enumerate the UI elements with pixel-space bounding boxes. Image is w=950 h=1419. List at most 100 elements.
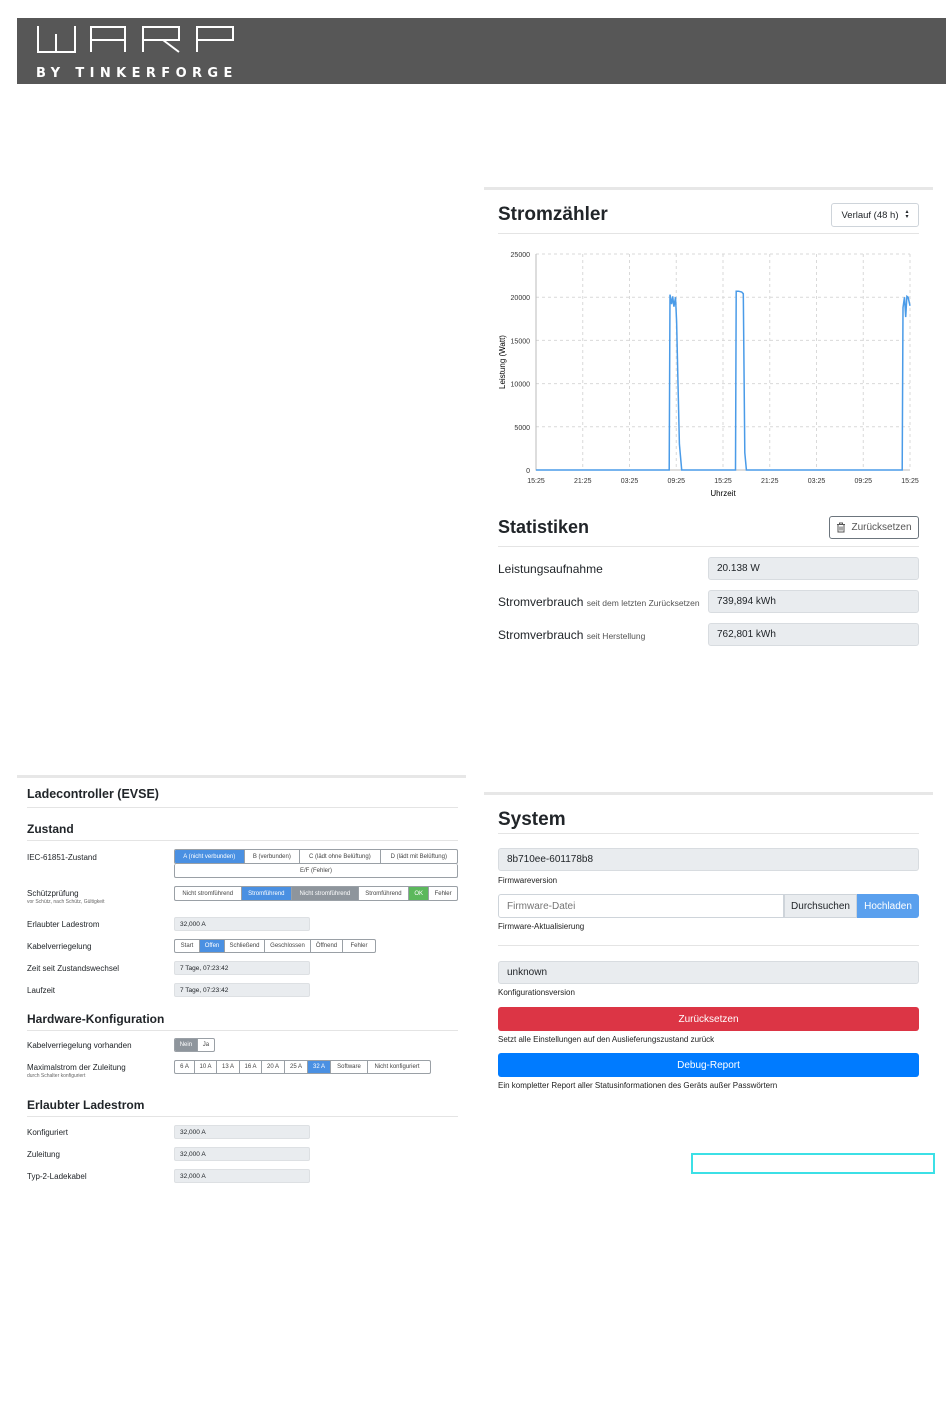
iec-state-group: A (nicht verbunden) B (verbunden) C (läd… [174, 849, 458, 864]
y-tick-label: 0 [526, 468, 530, 475]
config-version-label: Konfigurationsversion [498, 988, 575, 997]
meter-card: Stromzähler Verlauf (48 h) ▴ ▾ 25000 20000… [484, 187, 933, 660]
kabel-start[interactable]: Start [175, 940, 200, 952]
erlaubt-label: Erlaubter Ladestrom [27, 920, 100, 929]
y-tick-label: 10000 [511, 382, 531, 389]
max-6a[interactable]: 6 A [175, 1061, 195, 1073]
x-tick-label: 21:25 [574, 478, 592, 485]
evse-card: Ladecontroller (EVSE) Zustand IEC-61851-… [17, 775, 466, 1198]
iec-state-b[interactable]: B (verbunden) [245, 850, 301, 863]
el-title: Erlaubter Ladestrom [27, 1098, 145, 1112]
kabel-closing[interactable]: Schließend [225, 940, 265, 952]
kabel-label: Kabelverriegelung [27, 942, 92, 951]
evse-title: Ladecontroller (EVSE) [27, 787, 159, 801]
divider [27, 840, 458, 841]
konf-label: Konfiguriert [27, 1128, 68, 1137]
iec-label: IEC-61851-Zustand [27, 853, 97, 862]
system-card: System 8b710ee-601178b8 Firmwareversion … [484, 792, 933, 1105]
select-caret-icon: ▴ ▾ [905, 209, 909, 220]
kv-label: Kabelverriegelung vorhanden [27, 1041, 132, 1050]
x-tick-label: 03:25 [808, 478, 826, 485]
kv-group: Nein Ja [174, 1038, 215, 1052]
app-header: BY TINKERFORGE [17, 18, 946, 84]
schuetz-before-off[interactable]: Nicht stromführend [175, 887, 242, 900]
kv-yes[interactable]: Ja [198, 1039, 214, 1051]
y-tick-label: 25000 [511, 252, 531, 259]
laufzeit-value: 7 Tage, 07:23:42 [174, 983, 310, 997]
history-select[interactable]: Verlauf (48 h) ▴ ▾ [831, 203, 919, 227]
iec-state-c[interactable]: C (lädt ohne Belüftung) [300, 850, 381, 863]
config-version-field: unknown [498, 961, 919, 984]
stat-label-consumption-total: Stromverbrauch seit Herstellung [498, 628, 646, 642]
zeit-value: 7 Tage, 07:23:42 [174, 961, 310, 975]
kabel-error[interactable]: Fehler [343, 940, 375, 952]
kv-no[interactable]: Nein [175, 1039, 198, 1051]
max-10a[interactable]: 10 A [195, 1061, 217, 1073]
zul-label: Zuleitung [27, 1150, 60, 1159]
logo-subtitle: BY TINKERFORGE [36, 66, 238, 81]
stat-value-consumption-reset: 739,894 kWh [708, 590, 919, 613]
zustand-title: Zustand [27, 822, 74, 836]
max-13a[interactable]: 13 A [217, 1061, 240, 1073]
meter-title: Stromzähler [498, 204, 608, 225]
divider [27, 1116, 458, 1117]
trash-icon [837, 522, 846, 533]
meter-reset-label: Zurücksetzen [851, 522, 912, 533]
max-25a[interactable]: 25 A [285, 1061, 308, 1073]
y-tick-label: 15000 [511, 338, 531, 345]
warp-logo-icon [37, 26, 234, 53]
factory-reset-button[interactable]: Zurücksetzen [498, 1007, 919, 1031]
schuetz-after-on[interactable]: Stromführend [359, 887, 410, 900]
max-16a[interactable]: 16 A [240, 1061, 262, 1073]
max-label: Maximalstrom der Zuleitung durch Schalter… [27, 1063, 126, 1079]
y-tick-label: 5000 [514, 425, 530, 432]
x-tick-label: 09:25 [854, 478, 872, 485]
hw-title: Hardware-Konfiguration [27, 1012, 165, 1026]
schuetz-after-off[interactable]: Nicht stromführend [292, 887, 359, 900]
kabel-closed[interactable]: Geschlossen [265, 940, 311, 952]
schuetz-group: Nicht stromführend Stromführend Nicht st… [174, 886, 458, 901]
history-select-value: Verlauf (48 h) [841, 209, 899, 221]
kabel-group: Start Offen Schließend Geschlossen Öffne… [174, 939, 376, 953]
schuetz-label: Schützprüfung vor Schütz, nach Schütz, Gü… [27, 889, 105, 905]
stat-label-consumption-reset: Stromverbrauch seit dem letzten Zurückse… [498, 595, 700, 609]
iec-state-a[interactable]: A (nicht verbunden) [175, 850, 245, 863]
meter-reset-button[interactable]: Zurücksetzen [829, 516, 919, 539]
max-unconfigured[interactable]: Nicht konfiguriert [368, 1061, 426, 1073]
typ2-label: Typ-2-Ladekabel [27, 1172, 87, 1181]
iec-state-error[interactable]: E/F (Fehler) [174, 864, 458, 878]
browse-button[interactable]: Durchsuchen [784, 894, 857, 918]
x-tick-label: 09:25 [667, 478, 685, 485]
divider [27, 1030, 458, 1031]
y-axis-label: Leistung (Watt) [498, 335, 507, 389]
iec-state-d[interactable]: D (lädt mit Belüftung) [381, 850, 457, 863]
x-tick-label: 03:25 [621, 478, 639, 485]
typ2-value: 32,000 A [174, 1169, 310, 1183]
debug-report-description: Ein kompletter Report aller Statusinform… [498, 1081, 778, 1090]
konf-value: 32,000 A [174, 1125, 310, 1139]
divider [498, 833, 919, 834]
firmware-update-label: Firmware-Aktualisierung [498, 922, 585, 931]
schuetz-error[interactable]: Fehler [429, 887, 457, 900]
upload-button[interactable]: Hochladen [857, 894, 919, 918]
kabel-open[interactable]: Offen [200, 940, 225, 952]
x-tick-label: 15:25 [901, 478, 919, 485]
max-32a[interactable]: 32 A [308, 1061, 331, 1073]
power-chart: 25000 20000 15000 10000 5000 0 15:25 21:25 03:2… [498, 252, 919, 498]
debug-report-button[interactable]: Debug-Report [498, 1053, 919, 1077]
factory-reset-description: Setzt alle Einstellungen auf den Auslief… [498, 1035, 715, 1044]
divider [27, 807, 458, 808]
max-20a[interactable]: 20 A [262, 1061, 285, 1073]
firmware-file-input[interactable] [498, 894, 784, 918]
focus-highlight [691, 1153, 935, 1174]
zul-value: 32,000 A [174, 1147, 310, 1161]
schuetz-before-on[interactable]: Stromführend [241, 887, 293, 900]
firmware-version-field: 8b710ee-601178b8 [498, 848, 919, 871]
max-software[interactable]: Software [331, 1061, 368, 1073]
kabel-opening[interactable]: Öffnend [311, 940, 343, 952]
stat-label-power: Leistungsaufnahme [498, 562, 603, 576]
y-tick-label: 20000 [511, 295, 531, 302]
schuetz-ok[interactable]: OK [409, 887, 430, 900]
divider [498, 233, 919, 234]
stats-title: Statistiken [498, 517, 590, 537]
